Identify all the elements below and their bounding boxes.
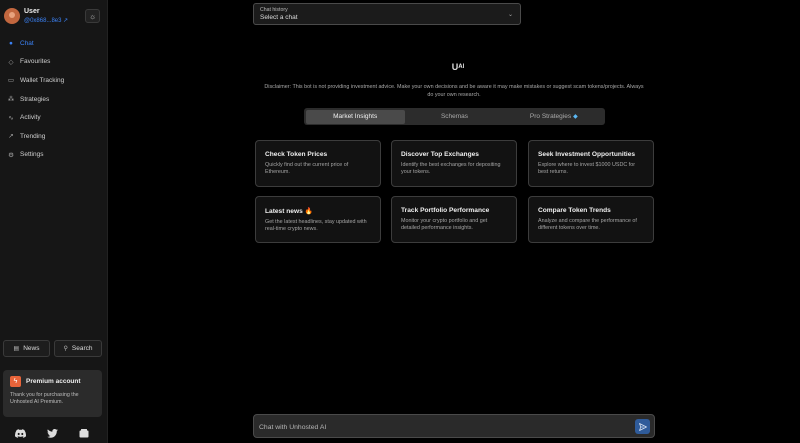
chat-input[interactable]: [259, 420, 629, 434]
premium-title: Premium account: [26, 378, 81, 385]
strategy-icon: ⁂: [7, 96, 15, 104]
external-link-icon: ↗: [63, 17, 69, 24]
theme-settings-button[interactable]: ☼: [85, 9, 100, 23]
suggestion-card-compare-token-trends[interactable]: Compare Token Trends Analyze and compare…: [528, 196, 654, 243]
wallet-icon: ▭: [7, 77, 15, 85]
premium-description: Thank you for purchasing the Unhosted AI…: [10, 392, 79, 405]
chat-bubble-icon: ●: [9, 39, 13, 47]
sidebar-item-label: Strategies: [20, 95, 50, 103]
send-button[interactable]: [635, 419, 650, 434]
sidebar-item-label: Wallet Tracking: [20, 76, 65, 84]
gear-icon: ⚙: [8, 151, 14, 159]
chat-history-value: Select a chat: [260, 14, 298, 21]
sidebar-item-settings[interactable]: ⚙ Settings: [0, 146, 108, 165]
suggestion-card-portfolio-performance[interactable]: Track Portfolio Performance Monitor your…: [391, 196, 517, 243]
sidebar-item-wallet-tracking[interactable]: ▭ Wallet Tracking: [0, 71, 108, 90]
docs-icon[interactable]: [78, 427, 90, 439]
suggestion-card-latest-news[interactable]: Latest news 🔥 Get the latest headlines, …: [255, 196, 381, 243]
twitter-icon[interactable]: [46, 427, 58, 439]
unhosted-logo: Uᴬᴵ: [451, 62, 465, 72]
sidebar-item-trending[interactable]: ↗ Trending: [0, 127, 108, 146]
disclaimer-text: Disclaimer: This bot is not providing in…: [264, 84, 644, 98]
lightning-icon: ϟ: [10, 376, 21, 387]
tag-icon: ◇: [8, 58, 14, 66]
insight-tabs: Market Insights Schemas Pro Strategies ◆: [304, 108, 605, 125]
wallet-address-link[interactable]: @0x868...8e3 ↗: [24, 17, 68, 25]
sidebar-item-favourites[interactable]: ◇ Favourites: [0, 53, 108, 72]
sidebar-item-label: Trending: [20, 132, 46, 140]
suggestion-card-discover-exchanges[interactable]: Discover Top Exchanges Identify the best…: [391, 140, 517, 187]
sun-icon: ☼: [88, 11, 97, 21]
user-name: User: [24, 7, 40, 15]
trending-up-icon: ↗: [8, 133, 14, 141]
sidebar-item-activity[interactable]: ∿ Activity: [0, 108, 108, 127]
suggestion-card-investment-opportunities[interactable]: Seek Investment Opportunities Explore wh…: [528, 140, 654, 187]
activity-pulse-icon: ∿: [8, 114, 14, 122]
sidebar: User @0x868...8e3 ↗ ☼ ● Chat ◇ Favourite…: [0, 0, 108, 443]
sidebar-nav: ● Chat ◇ Favourites ▭ Wallet Tracking ⁂ …: [0, 34, 108, 164]
sidebar-item-chat[interactable]: ● Chat: [0, 34, 108, 53]
sidebar-item-label: Chat: [20, 39, 34, 47]
search-button[interactable]: ⚲ Search: [54, 340, 102, 357]
newspaper-icon: ▤: [13, 346, 20, 352]
premium-account-card: ϟ Premium account Thank you for purchasi…: [3, 370, 102, 417]
tab-market-insights[interactable]: Market Insights: [305, 109, 405, 124]
avatar[interactable]: [4, 8, 20, 24]
suggestion-card-check-token-prices[interactable]: Check Token Prices Quickly find out the …: [255, 140, 381, 187]
sidebar-item-label: Favourites: [20, 58, 51, 66]
send-icon: [638, 422, 647, 431]
tab-pro-strategies[interactable]: Pro Strategies ◆: [504, 110, 603, 124]
discord-icon[interactable]: [14, 427, 26, 439]
sidebar-item-label: Activity: [20, 114, 41, 122]
chat-input-box: [253, 414, 655, 438]
chat-history-select[interactable]: Chat history Select a chat ⌄: [253, 3, 521, 25]
sidebar-item-strategies[interactable]: ⁂ Strategies: [0, 90, 108, 109]
sidebar-item-label: Settings: [20, 151, 44, 159]
tab-schemas[interactable]: Schemas: [405, 110, 504, 124]
search-icon: ⚲: [63, 346, 68, 352]
diamond-icon: ◆: [573, 114, 578, 120]
chevron-down-icon: ⌄: [507, 12, 513, 18]
news-button[interactable]: ▤ News: [3, 340, 50, 357]
